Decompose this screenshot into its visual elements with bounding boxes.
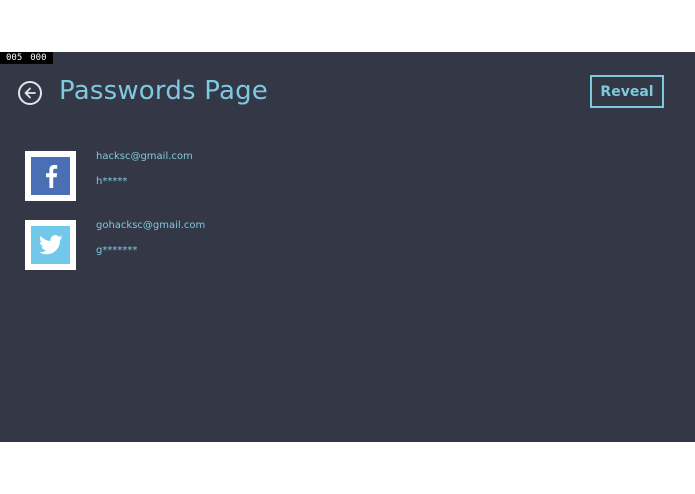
account-password: h*****: [96, 176, 128, 187]
counter-value-1: 005: [6, 53, 23, 63]
page-title: Passwords Page: [59, 76, 268, 106]
reveal-button[interactable]: Reveal: [590, 75, 664, 108]
counter-value-2: 000: [30, 53, 47, 63]
twitter-glyph: [38, 235, 62, 255]
facebook-glyph: [45, 164, 57, 188]
account-item-facebook[interactable]: hacksc@gmail.com h*****: [25, 151, 425, 201]
facebook-icon: [31, 157, 70, 195]
account-email: gohacksc@gmail.com: [96, 220, 206, 231]
account-item-twitter[interactable]: gohacksc@gmail.com g*******: [25, 220, 425, 270]
account-password: g*******: [96, 245, 138, 256]
twitter-icon: [31, 226, 70, 264]
service-tile-frame: [25, 151, 76, 201]
service-tile-frame: [25, 220, 76, 270]
back-button[interactable]: [18, 81, 42, 105]
account-email: hacksc@gmail.com: [96, 151, 193, 162]
passwords-app: 005 000 Passwords Page Reveal hacksc@gma…: [0, 52, 695, 442]
back-arrow-icon: [24, 87, 36, 99]
frame-counter: 005 000: [0, 52, 53, 64]
